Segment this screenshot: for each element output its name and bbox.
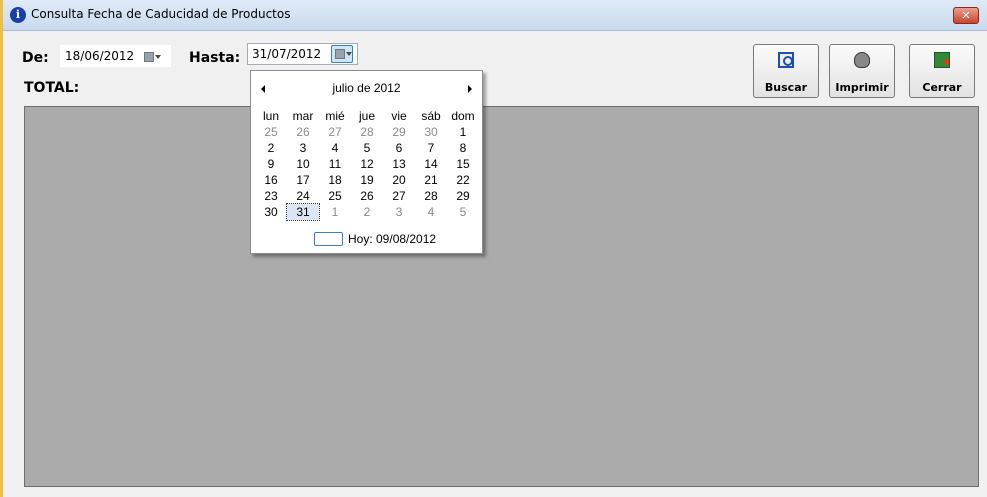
- calendar-day[interactable]: 29: [447, 188, 479, 204]
- imprimir-button-label: Imprimir: [835, 81, 889, 94]
- cerrar-button-label: Cerrar: [922, 81, 962, 94]
- calendar-day[interactable]: 29: [383, 124, 415, 140]
- calendar-day[interactable]: 3: [383, 204, 415, 220]
- imprimir-button[interactable]: Imprimir: [829, 44, 895, 98]
- calendar-day[interactable]: 24: [287, 188, 319, 204]
- de-date-field[interactable]: 18/06/2012: [60, 45, 171, 67]
- weekday-label: mar: [292, 109, 314, 123]
- calendar-day[interactable]: 16: [255, 172, 287, 188]
- de-date-value: 18/06/2012: [65, 49, 135, 63]
- calendar-day[interactable]: 5: [447, 204, 479, 220]
- total-label: TOTAL:: [24, 80, 80, 96]
- calendar-day[interactable]: 15: [447, 156, 479, 172]
- hasta-date-value: 31/07/2012: [252, 47, 322, 61]
- weekday-header: lun mar mié jue vie sáb dom: [255, 109, 479, 123]
- de-dropdown-button[interactable]: [141, 49, 163, 63]
- next-month-icon[interactable]: [468, 85, 472, 93]
- de-label: De:: [22, 50, 49, 66]
- calendar-day[interactable]: 19: [351, 172, 383, 188]
- calendar-day[interactable]: 27: [319, 124, 351, 140]
- today-marker: [314, 232, 343, 246]
- weekday-label: dom: [451, 109, 475, 123]
- calendar-header: julio de 2012: [251, 81, 482, 97]
- printer-icon: [854, 52, 870, 68]
- calendar-day[interactable]: 18: [319, 172, 351, 188]
- calendar-day[interactable]: 8: [447, 140, 479, 156]
- calendar-day[interactable]: 2: [255, 140, 287, 156]
- chevron-down-icon: [155, 55, 161, 59]
- calendar-icon: [335, 49, 345, 59]
- calendar-month-label[interactable]: julio de 2012: [251, 81, 482, 95]
- calendar-day[interactable]: 11: [319, 156, 351, 172]
- calendar-week: 16 17 18 19 20 21 22: [255, 172, 479, 188]
- calendar-day[interactable]: 13: [383, 156, 415, 172]
- app-window: i Consulta Fecha de Caducidad de Product…: [0, 0, 987, 497]
- exit-door-icon: [934, 52, 950, 68]
- calendar-day[interactable]: 26: [287, 124, 319, 140]
- calendar-day[interactable]: 30: [255, 204, 287, 220]
- calendar-day[interactable]: 25: [255, 124, 287, 140]
- calendar-day[interactable]: 9: [255, 156, 287, 172]
- calendar-week: 2345678: [255, 140, 479, 156]
- hasta-label: Hasta:: [189, 50, 241, 66]
- calendar-day[interactable]: 4: [319, 140, 351, 156]
- calendar-day[interactable]: 28: [415, 188, 447, 204]
- calendar-day[interactable]: 1: [447, 124, 479, 140]
- calendar-day[interactable]: 26: [351, 188, 383, 204]
- weekday-label: mié: [325, 109, 345, 123]
- calendar-icon: [144, 52, 154, 62]
- calendar-day[interactable]: 28: [351, 124, 383, 140]
- calendar-day[interactable]: 10: [287, 156, 319, 172]
- buscar-button[interactable]: Buscar: [753, 44, 819, 98]
- buscar-button-label: Buscar: [764, 81, 808, 94]
- calendar-day[interactable]: 30: [415, 124, 447, 140]
- calendar-week: 9 10 11 12 13 14 15: [255, 156, 479, 172]
- calendar-day[interactable]: 2: [351, 204, 383, 220]
- calendar-popup: julio de 2012 lun mar mié jue vie sáb dom 25 26…: [250, 70, 483, 254]
- calendar-day[interactable]: 27: [383, 188, 415, 204]
- weekday-label: vie: [391, 109, 407, 123]
- search-icon: [778, 52, 794, 68]
- info-icon: i: [10, 7, 26, 23]
- cerrar-button[interactable]: Cerrar: [909, 44, 975, 98]
- today-link[interactable]: Hoy: 09/08/2012: [348, 232, 436, 246]
- calendar-day[interactable]: 14: [415, 156, 447, 172]
- calendar-day[interactable]: 3: [287, 140, 319, 156]
- weekday-label: jue: [358, 109, 375, 123]
- calendar-day[interactable]: 5: [351, 140, 383, 156]
- calendar-day[interactable]: 6: [383, 140, 415, 156]
- calendar-day[interactable]: 22: [447, 172, 479, 188]
- calendar-day[interactable]: 7: [415, 140, 447, 156]
- selected-day[interactable]: 31: [286, 203, 320, 221]
- calendar-day[interactable]: 4: [415, 204, 447, 220]
- calendar-day[interactable]: 1: [319, 204, 351, 220]
- close-window-button[interactable]: ✕: [953, 7, 979, 24]
- calendar-day[interactable]: 25: [319, 188, 351, 204]
- calendar-days-grid: 25 26 27 28 29 30 1 2 3 4 5 6 7 8 9 10 11 12 13 14 15 16 17 18 1…: [255, 124, 479, 221]
- title-bar: i Consulta Fecha de Caducidad de Product…: [3, 0, 987, 31]
- hasta-dropdown-button[interactable]: [331, 45, 353, 63]
- results-grid[interactable]: [24, 106, 979, 487]
- calendar-week: 25 26 27 28 29 30 1: [255, 124, 479, 140]
- weekday-label: sáb: [421, 109, 441, 123]
- calendar-day[interactable]: 21: [415, 172, 447, 188]
- calendar-day[interactable]: 17: [287, 172, 319, 188]
- hasta-date-field[interactable]: 31/07/2012: [247, 43, 358, 65]
- calendar-day[interactable]: 20: [383, 172, 415, 188]
- calendar-day[interactable]: 23: [255, 188, 287, 204]
- calendar-day[interactable]: 12: [351, 156, 383, 172]
- weekday-label: lun: [262, 109, 279, 123]
- window-title: Consulta Fecha de Caducidad de Productos: [31, 7, 291, 21]
- chevron-down-icon: [346, 52, 352, 56]
- calendar-week: 30 31 1 2 3 4 5: [255, 203, 479, 221]
- calendar-week: 23 24 25 26 27 28 29: [255, 188, 479, 204]
